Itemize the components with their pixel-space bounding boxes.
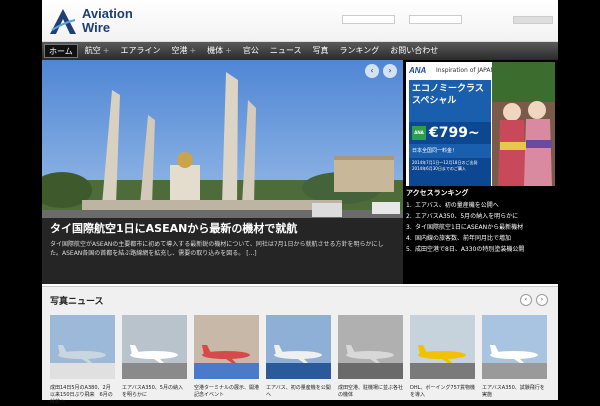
nav-item-label: ランキング <box>339 46 380 55</box>
photo-thumb-image <box>266 315 331 379</box>
ad-note-1: 日本全国同一料金！ <box>409 144 491 158</box>
nav-item-7[interactable]: 写真 <box>308 44 332 58</box>
nav-item-label: 官公 <box>242 46 259 55</box>
ad-headline: エコノミークラス スペシャル <box>409 80 491 122</box>
ad-price-value: €799~ <box>429 125 480 141</box>
photo-prev-button[interactable]: ‹ <box>520 294 532 306</box>
header-input-2[interactable] <box>409 15 462 24</box>
ranking-text: エアバス、初の量産機を公開へ <box>415 202 499 209</box>
logo-line-2: Wire <box>82 20 111 35</box>
photo-next-button[interactable]: › <box>536 294 548 306</box>
photo-thumb[interactable]: 成田14日5月のA380、2月以来150日ぶり飛来 6月の就航へ <box>50 315 115 405</box>
photo-thumb[interactable]: DHL、ボーイング757貨物機を導入 <box>410 315 475 401</box>
logo-text: Aviation Wire <box>82 7 133 35</box>
photo-thumb-caption: エアバスA350、試験飛行を実施 <box>482 385 545 398</box>
ranking-number: 3. <box>406 224 412 231</box>
header-button[interactable] <box>513 16 553 24</box>
nav-item-label: 写真 <box>312 46 329 55</box>
photo-thumb-image <box>338 315 403 379</box>
nav-item-1[interactable]: 航空 + <box>81 44 114 58</box>
ranking-item[interactable]: 3. タイ国際航空1日にASEANから最新機材 <box>406 222 556 233</box>
ana-ad-banner[interactable]: ANA Inspiration of JAPAN エコノミークラス スペシャル … <box>406 62 555 186</box>
logo-line-1: Aviation <box>82 6 133 21</box>
photo-thumb-caption: DHL、ボーイング757貨物機を導入 <box>410 385 475 398</box>
ad-badge: ANA <box>412 126 426 140</box>
photo-thumb-caption: 空港ターミナルの展示、開港記念イベント <box>194 385 260 398</box>
nav-item-label: 空港 <box>171 46 188 55</box>
ranking-text: エアバスA350、5月の納入を明らかに <box>415 213 519 220</box>
nav-item-6[interactable]: ニュース <box>266 44 306 58</box>
nav-item-3[interactable]: 空港 + <box>167 44 200 58</box>
nav-item-9[interactable]: お問い合わせ <box>386 44 442 58</box>
photo-thumb-image <box>50 315 115 379</box>
expand-plus-icon: + <box>225 46 232 55</box>
sidebar: ANA Inspiration of JAPAN エコノミークラス スペシャル … <box>403 60 558 284</box>
site-header: Aviation Wire <box>42 0 558 42</box>
photo-thumb[interactable]: エアバスA350、5月の納入を明らかに <box>122 315 187 401</box>
nav-item-label: 機体 <box>207 46 224 55</box>
slide-caption: タイ国際航空1日にASEANから最新の機材で就航 タイ国際航空がASEANの主要… <box>42 218 403 284</box>
ranking-number: 2. <box>406 213 412 220</box>
ad-brand: ANA <box>409 66 427 75</box>
ranking-item[interactable]: 2. エアバスA350、5月の納入を明らかに <box>406 211 556 222</box>
photo-thumb-image <box>194 315 259 379</box>
photo-thumb-image <box>122 315 187 379</box>
ad-kimono-image <box>492 62 555 186</box>
photo-thumb[interactable]: エアバスA350、試験飛行を実施 <box>482 315 547 401</box>
ranking-item[interactable]: 4. 国内線の旅客数、前年同月比で増加 <box>406 233 556 244</box>
nav-item-2[interactable]: エアライン <box>116 44 164 58</box>
ranking-item[interactable]: 5. 成田空港で8日、A330の特別塗装機公開 <box>406 244 556 255</box>
nav-item-0[interactable]: ホーム <box>44 44 78 58</box>
ranking-number: 4. <box>406 235 412 242</box>
ad-price: ANA €799~ <box>409 122 491 144</box>
nav-item-4[interactable]: 機体 + <box>203 44 236 58</box>
nav-item-label: ホーム <box>49 47 73 56</box>
ranking-title: アクセスランキング <box>406 189 469 197</box>
photo-carousel: 成田14日5月のA380、2月以来150日ぶり飛来 6月の就航へ エアバスA350… <box>50 315 550 405</box>
nav-item-label: 航空 <box>84 46 101 55</box>
expand-plus-icon: + <box>102 46 110 55</box>
site-logo[interactable]: Aviation Wire <box>48 4 148 38</box>
photo-news-title: 写真ニュース <box>50 297 104 307</box>
main-nav: ホーム 航空 + エアライン 空港 + 機体 + 官公 ニュース 写真 ランキング お問い合わせ <box>42 42 558 60</box>
header-input-1[interactable] <box>342 15 395 24</box>
nav-item-5[interactable]: 官公 <box>239 44 263 58</box>
ranking-text: 成田空港で8日、A330の特別塗装機公開 <box>415 246 525 253</box>
ad-tagline: Inspiration of JAPAN <box>436 67 496 74</box>
nav-item-8[interactable]: ランキング <box>335 44 383 58</box>
featured-slider[interactable]: ‹ › タイ国際航空1日にASEANから最新の機材で就航 タイ国際航空がASEA… <box>42 60 403 284</box>
photo-thumb-caption: 成田14日5月のA380、2月以来150日ぶり飛来 6月の就航へ <box>50 385 113 405</box>
ranking-number: 1. <box>406 202 412 209</box>
ranking-text: 国内線の旅客数、前年同月比で増加 <box>415 235 512 242</box>
photo-thumb[interactable]: 空港ターミナルの展示、開港記念イベント <box>194 315 259 401</box>
slide-prev-button[interactable]: ‹ <box>365 64 379 78</box>
ranking-list: 1. エアバス、初の量産機を公開へ 2. エアバスA350、5月の納入を明らかに 3. タ… <box>406 200 556 255</box>
photo-thumb-caption: エアバス、初の量産機を公開へ <box>266 385 331 398</box>
photo-thumb-caption: エアバスA350、5月の納入を明らかに <box>122 385 183 398</box>
slide-excerpt: タイ国際航空がASEANの主要都市に初めて導入する最新鋭の機材について、同社は7… <box>50 241 384 257</box>
photo-thumb[interactable]: エアバス、初の量産機を公開へ <box>266 315 331 401</box>
ranking-number: 5. <box>406 246 412 253</box>
ranking-item[interactable]: 1. エアバス、初の量産機を公開へ <box>406 200 556 211</box>
nav-item-label: お問い合わせ <box>390 46 439 55</box>
slide-next-button[interactable]: › <box>383 64 397 78</box>
expand-plus-icon: + <box>189 46 197 55</box>
slide-title[interactable]: タイ国際航空1日にASEANから最新の機材で就航 <box>50 222 395 236</box>
photo-thumb-image <box>482 315 547 379</box>
nav-item-label: エアライン <box>120 46 161 55</box>
photo-news-section: 写真ニュース ‹ › 成田14日5月のA380、2月以来150日ぶり飛来 6月の… <box>42 286 558 405</box>
photo-thumb-caption: 成田空港、駐機場に並ぶ各社の機体 <box>338 385 404 398</box>
logo-mark-icon <box>50 9 76 34</box>
ranking-text: タイ国際航空1日にASEANから最新機材 <box>415 224 524 231</box>
page: Aviation Wire ホーム 航空 + エアライン 空港 + 機体 + 官公 ニュース 写真ラ… <box>42 0 558 405</box>
nav-item-label: ニュース <box>269 46 302 55</box>
photo-thumb-image <box>410 315 475 379</box>
photo-thumb[interactable]: 成田空港、駐機場に並ぶ各社の機体 <box>338 315 403 401</box>
ad-note-2: 2014年7月1日～12月18日のご出発 2014年6月30日までのご購入 <box>409 158 491 186</box>
